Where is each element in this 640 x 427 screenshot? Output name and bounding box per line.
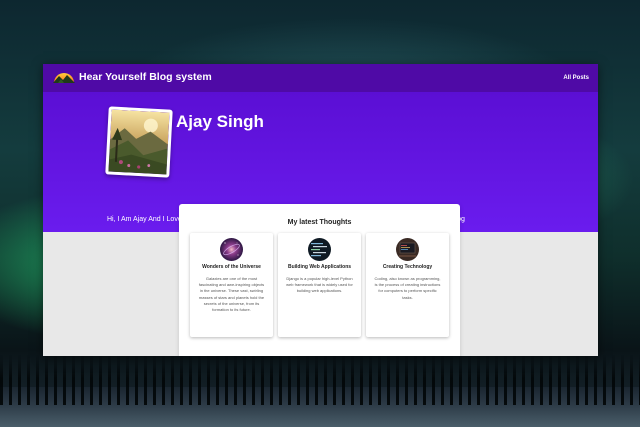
post-description: Coding, also known as programming, is th… — [374, 276, 441, 300]
galaxy-thumbnail — [220, 238, 243, 261]
galaxy-icon — [220, 238, 243, 261]
landscape-photo-icon — [108, 109, 170, 175]
brand-title[interactable]: Hear Yourself Blog system — [79, 71, 212, 83]
post-title: Wonders of the Universe — [202, 264, 261, 270]
post-description: Django is a popular high-level Python we… — [286, 276, 353, 294]
desk-thumbnail — [396, 238, 419, 261]
code-screen-icon — [308, 238, 331, 261]
navbar: Hear Yourself Blog system All Posts — [43, 64, 598, 92]
author-name: Ajay Singh — [176, 112, 264, 131]
browser-window: Hear Yourself Blog system All Posts Ajay… — [43, 64, 598, 356]
latest-thoughts-heading: My latest Thoughts — [287, 219, 352, 226]
computer-desk-icon — [396, 238, 419, 261]
latest-thoughts-card: My latest Thoughts Wonders of the Univer… — [179, 204, 460, 356]
post-title: Creating Technology — [382, 264, 433, 270]
post-card[interactable]: Building Web Applications Django is a po… — [278, 233, 361, 337]
mountain-sunset-logo-icon[interactable] — [52, 69, 76, 84]
post-card[interactable]: Wonders of the Universe Galaxies are one… — [190, 233, 273, 337]
post-card[interactable]: Creating Technology Coding, also known a… — [366, 233, 449, 337]
post-title: Building Web Applications — [287, 264, 352, 270]
all-posts-link[interactable]: All Posts — [563, 75, 589, 81]
avatar — [105, 106, 173, 178]
code-thumbnail — [308, 238, 331, 261]
post-description: Galaxies are one of the most fascinating… — [198, 276, 265, 313]
forest-silhouette — [0, 355, 640, 405]
